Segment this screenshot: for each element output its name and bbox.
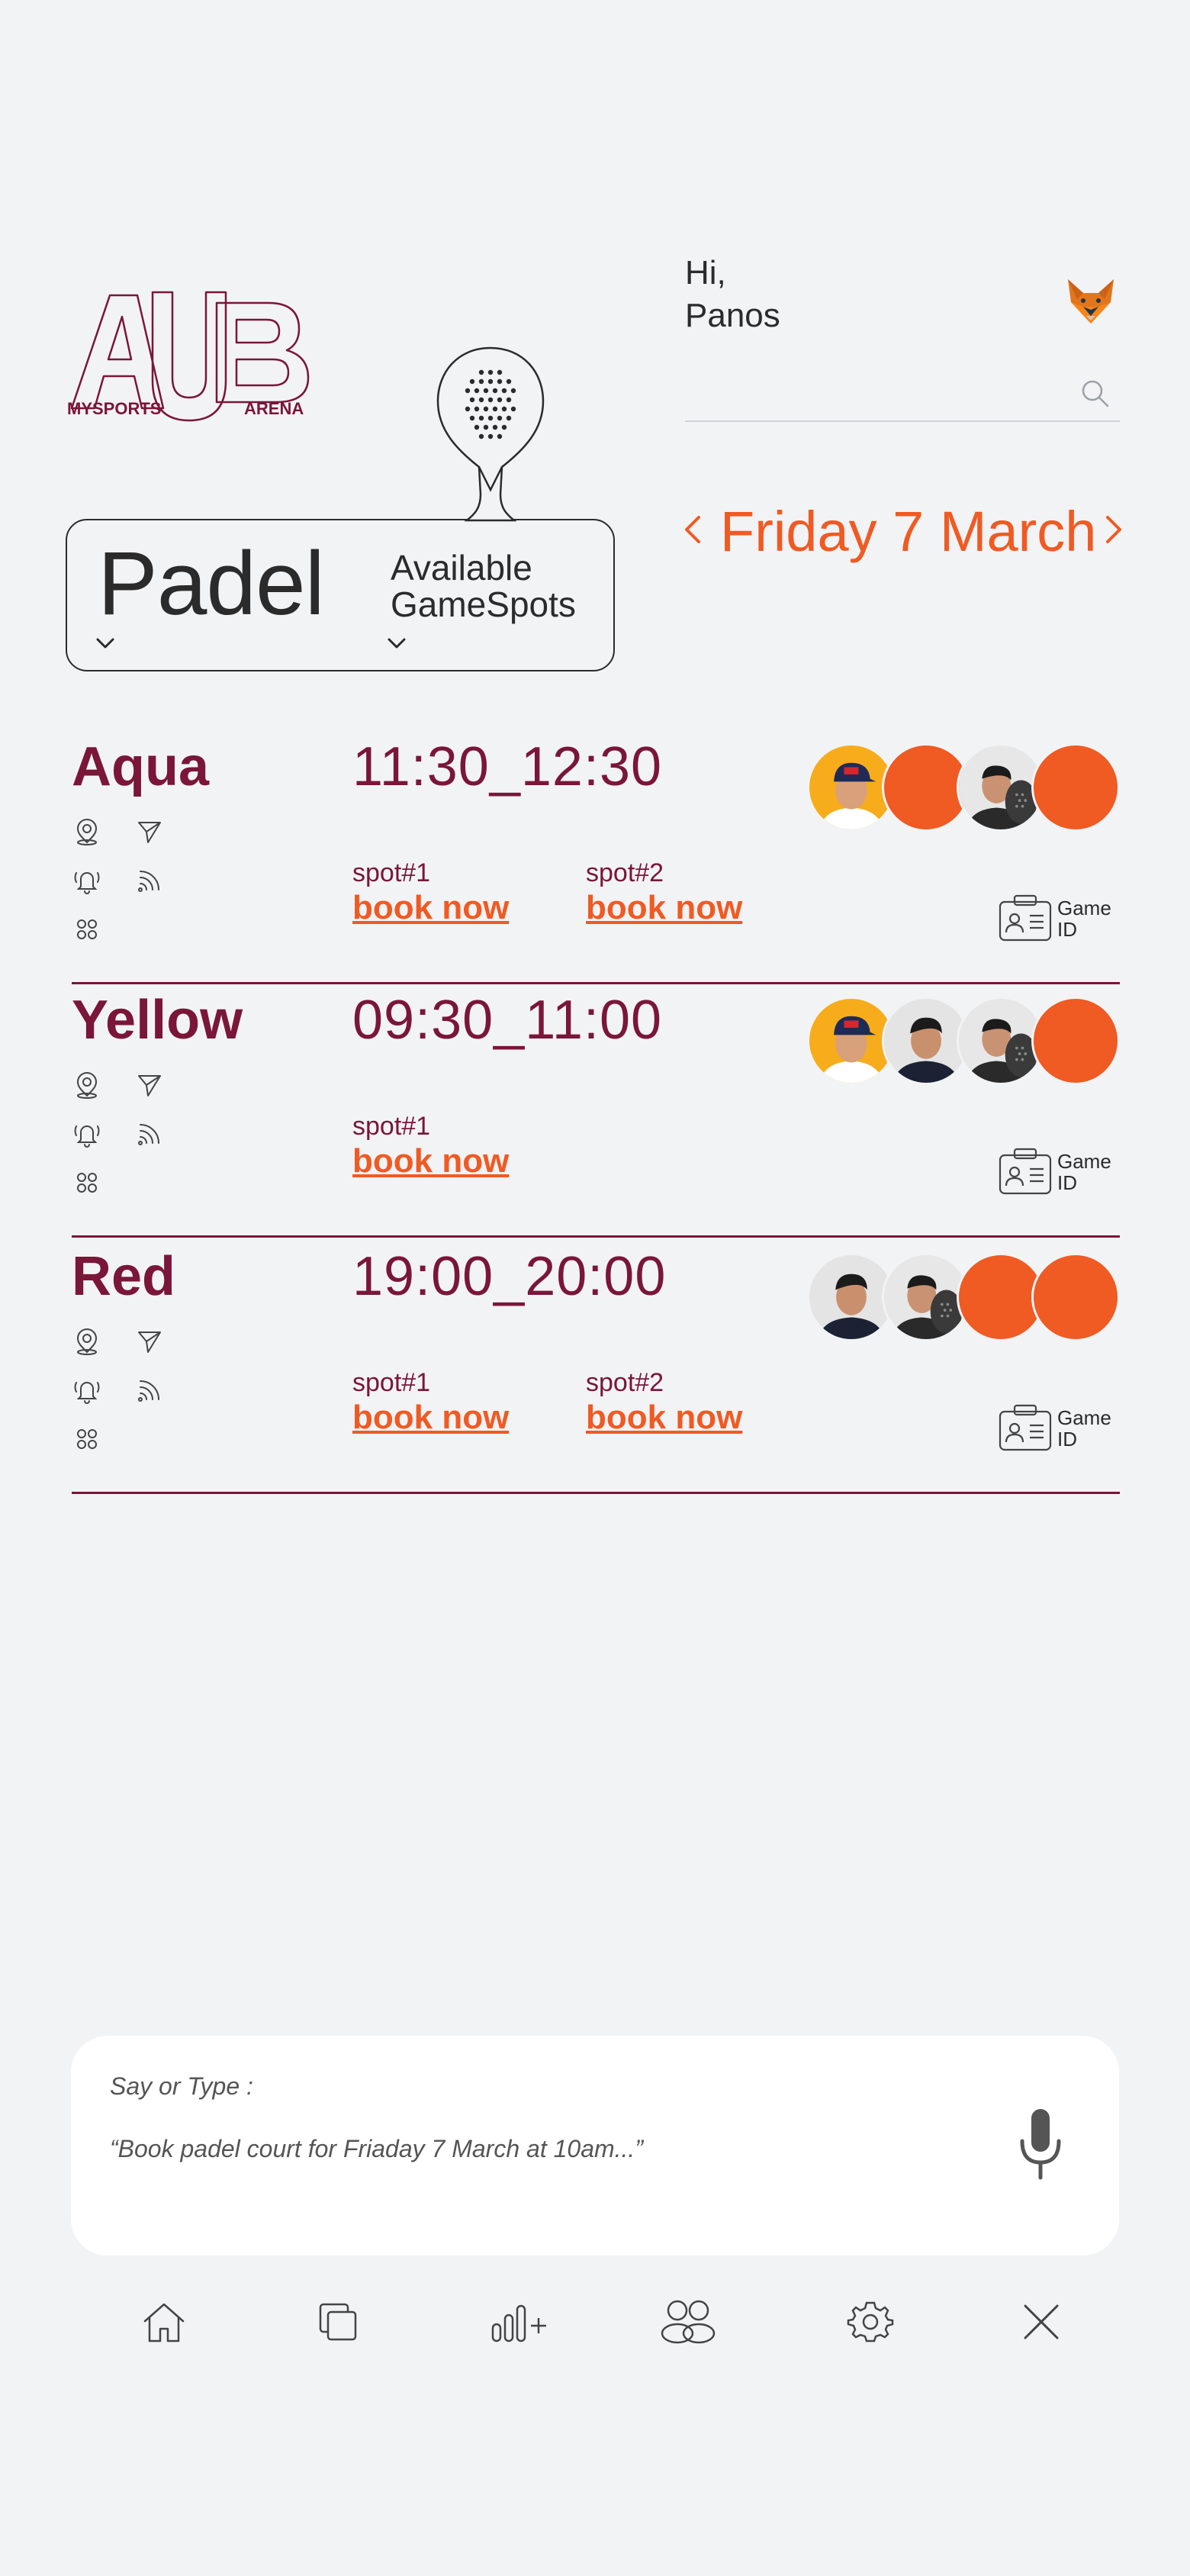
game-id-button[interactable]: Game ID bbox=[998, 893, 1120, 943]
padel-racket-icon bbox=[435, 345, 546, 536]
player-avatars bbox=[807, 743, 1120, 833]
settings-icon[interactable] bbox=[844, 2297, 897, 2347]
spot-label: spot#2 bbox=[586, 1368, 664, 1397]
book-now-link[interactable]: book now bbox=[352, 1398, 509, 1438]
fox-icon[interactable] bbox=[1065, 276, 1117, 327]
grid-icon[interactable] bbox=[72, 1424, 102, 1454]
row-divider bbox=[72, 1235, 1120, 1238]
greeting: Hi, Panos bbox=[685, 252, 780, 337]
game-id-label: Game ID bbox=[1057, 897, 1111, 940]
game-id-label: Game ID bbox=[1057, 1407, 1111, 1450]
spot-1: spot#1 book now bbox=[352, 858, 509, 928]
spot-2: spot#2 book now bbox=[586, 1367, 742, 1438]
location-icon[interactable] bbox=[72, 816, 102, 847]
logo-right-text: ARENA bbox=[244, 399, 304, 418]
game-id-button[interactable]: Game ID bbox=[998, 1402, 1120, 1453]
open-slot[interactable] bbox=[1031, 997, 1120, 1085]
alarm-icon[interactable] bbox=[72, 865, 102, 896]
stats-add-icon[interactable] bbox=[488, 2297, 558, 2347]
gamespots-chevron-down-icon[interactable] bbox=[386, 635, 407, 652]
game-id-line2: ID bbox=[1057, 918, 1077, 941]
player-avatars bbox=[807, 997, 1120, 1087]
location-icon[interactable] bbox=[72, 1070, 102, 1100]
court-row: Aqua 11:30_12:30 spot#1 book now spot#2 b… bbox=[72, 733, 1120, 984]
court-row: Yellow 09:30_11:00 spot#1 book now Game ID bbox=[72, 986, 1120, 1238]
spot-label: spot#1 bbox=[352, 858, 431, 887]
location-icon[interactable] bbox=[72, 1326, 102, 1357]
game-id-line2: ID bbox=[1057, 1171, 1077, 1194]
court-time: 09:30_11:00 bbox=[352, 990, 663, 1051]
court-time: 11:30_12:30 bbox=[352, 736, 663, 797]
spot-1: spot#1 book now bbox=[352, 1111, 509, 1181]
book-now-link[interactable]: book now bbox=[352, 1141, 509, 1181]
logo-left-text: MYSPORTS bbox=[67, 399, 161, 418]
chevron-right-icon[interactable] bbox=[1102, 508, 1127, 551]
home-icon[interactable] bbox=[137, 2297, 191, 2347]
prompt-label: Say or Type : bbox=[110, 2072, 253, 2100]
court-row: Red 19:00_20:00 spot#1 book now spot#2 bo… bbox=[72, 1242, 1120, 1494]
sport-chevron-down-icon[interactable] bbox=[95, 635, 116, 652]
court-name[interactable]: Aqua bbox=[72, 733, 209, 801]
search-input[interactable] bbox=[685, 420, 1120, 422]
selected-date[interactable]: Friday 7 March bbox=[720, 497, 1096, 566]
game-id-line2: ID bbox=[1057, 1428, 1077, 1451]
spot-2: spot#2 book now bbox=[586, 858, 742, 928]
available-line2: GameSpots bbox=[391, 584, 576, 624]
search-icon[interactable] bbox=[1079, 377, 1112, 411]
spot-1: spot#1 book now bbox=[352, 1367, 509, 1438]
signal-icon[interactable] bbox=[134, 865, 165, 896]
aub-logo: MYSPORTS ARENA bbox=[67, 286, 326, 423]
game-id-line1: Game bbox=[1057, 897, 1111, 919]
open-slot[interactable] bbox=[1031, 743, 1120, 832]
alarm-icon[interactable] bbox=[72, 1119, 102, 1149]
send-icon[interactable] bbox=[134, 1070, 165, 1100]
game-id-line1: Game bbox=[1057, 1150, 1111, 1173]
player-avatars bbox=[807, 1253, 1120, 1343]
book-now-link[interactable]: book now bbox=[586, 1398, 742, 1438]
book-now-link[interactable]: book now bbox=[586, 888, 742, 928]
grid-icon[interactable] bbox=[72, 1167, 102, 1198]
court-time: 19:00_20:00 bbox=[352, 1246, 667, 1307]
spot-label: spot#2 bbox=[586, 858, 664, 887]
prompt-input[interactable]: “Book padel court for Friaday 7 March at… bbox=[110, 2135, 643, 2163]
book-now-link[interactable]: book now bbox=[352, 888, 509, 928]
row-divider bbox=[72, 1492, 1120, 1494]
greeting-hi: Hi, bbox=[685, 254, 726, 291]
available-gamespots[interactable]: Available GameSpots bbox=[391, 549, 576, 623]
signal-icon[interactable] bbox=[134, 1375, 165, 1406]
send-icon[interactable] bbox=[134, 816, 165, 847]
sport-name[interactable]: Padel bbox=[98, 534, 325, 633]
grid-icon[interactable] bbox=[72, 914, 102, 945]
alarm-icon[interactable] bbox=[72, 1375, 102, 1406]
copy-icon[interactable] bbox=[311, 2297, 365, 2347]
game-id-label: Game ID bbox=[1057, 1151, 1111, 1193]
game-id-line1: Game bbox=[1057, 1406, 1111, 1429]
spot-label: spot#1 bbox=[352, 1368, 431, 1397]
close-icon[interactable] bbox=[1015, 2297, 1068, 2347]
open-slot[interactable] bbox=[1031, 1253, 1120, 1341]
greeting-name: Panos bbox=[685, 297, 780, 334]
send-icon[interactable] bbox=[134, 1326, 165, 1357]
court-name[interactable]: Red bbox=[72, 1242, 175, 1311]
row-divider bbox=[72, 982, 1120, 984]
chevron-left-icon[interactable] bbox=[679, 508, 705, 551]
microphone-icon[interactable] bbox=[1016, 2106, 1065, 2182]
signal-icon[interactable] bbox=[134, 1119, 165, 1149]
group-icon[interactable] bbox=[658, 2297, 719, 2347]
court-name[interactable]: Yellow bbox=[72, 986, 243, 1055]
spot-label: spot#1 bbox=[352, 1112, 431, 1141]
game-id-button[interactable]: Game ID bbox=[998, 1146, 1120, 1196]
available-line1: Available bbox=[391, 548, 532, 588]
